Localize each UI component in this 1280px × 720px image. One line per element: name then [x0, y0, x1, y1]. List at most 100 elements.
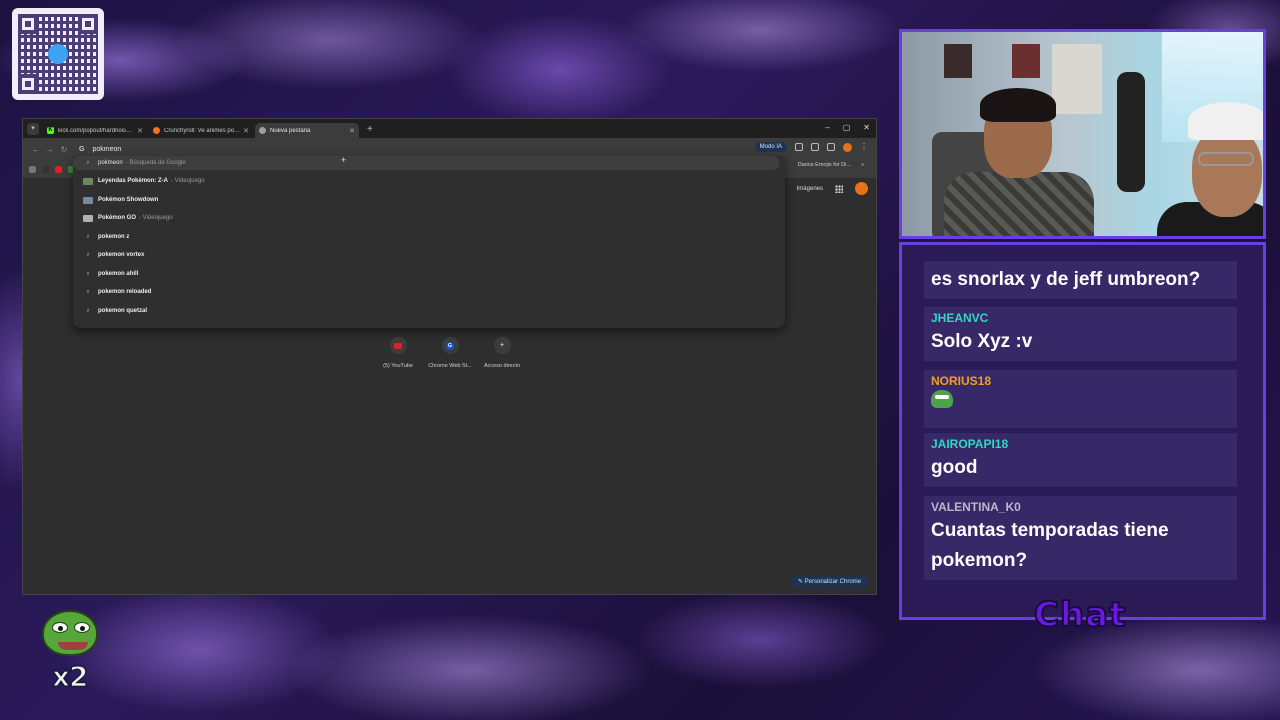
search-icon: ⌕ — [86, 288, 90, 295]
bookmarks-overflow-icon[interactable]: » — [861, 162, 864, 168]
profile-avatar[interactable] — [843, 142, 852, 152]
download-icon[interactable] — [795, 143, 803, 151]
back-icon[interactable]: ← — [29, 145, 43, 154]
suggestion-item[interactable]: Pokémon GO - Videojuego — [83, 212, 173, 224]
suggestion-item[interactable]: ⌕ pokemon z — [83, 231, 129, 243]
suggestion-text: pokmeon — [98, 160, 123, 166]
reload-icon[interactable]: ↻ — [57, 145, 71, 154]
more-menu-icon[interactable]: ⋮ — [860, 143, 868, 151]
suggestion-item[interactable]: ⌕ pokemon vortex — [83, 249, 144, 261]
toolbar-actions: Modo IA ⋮ — [754, 142, 868, 152]
suggestion-item[interactable]: ⌕ pokemon ahill — [83, 268, 138, 280]
shortcut-tile — [389, 337, 407, 354]
pencil-icon: ✎ — [797, 579, 803, 585]
streamer-body — [944, 172, 1094, 236]
guest-cap — [1188, 102, 1263, 140]
chat-message-text: Cuantas temporadas tiene pokemon? — [931, 520, 1169, 571]
ntp-header: Imágenes — [797, 182, 868, 195]
new-tab-button[interactable]: + — [367, 124, 373, 135]
suggestion-item[interactable]: ⌕ pokmeon - Búsqueda de Google — [83, 157, 185, 169]
mouse-cursor-icon: + — [341, 155, 347, 165]
suggestion-item[interactable]: ⌕ pokemon reloaded — [83, 286, 151, 298]
bookmark-apps-icon[interactable] — [29, 165, 36, 173]
maximize-icon[interactable]: ▢ — [843, 123, 851, 132]
suggestion-item[interactable]: ⌕ pokemon quetzal — [83, 305, 147, 317]
close-window-icon[interactable]: ✕ — [863, 123, 870, 132]
kick-favicon-icon: K — [47, 127, 54, 134]
shortcut-label: Chrome Web St... — [428, 363, 472, 369]
tab-new-tab[interactable]: Nueva pestaña ✕ — [255, 123, 359, 138]
ntp-shortcuts: (5) YouTube G Chrome Web St... + Acceso … — [383, 337, 521, 369]
suggestion-subtext: - Videojuego — [139, 215, 173, 221]
tab-title: Crunchyroll: Ve animes popular — [164, 127, 241, 134]
game-thumbnail — [83, 196, 93, 204]
suggestion-item[interactable]: Pokémon Showdown — [83, 194, 158, 206]
suggestion-item[interactable]: Leyendas Pokémon: Z-A - Videojuego — [83, 175, 205, 187]
tab-close-icon[interactable]: ✕ — [349, 127, 355, 135]
chrome-favicon-icon — [259, 127, 266, 134]
pepe-icon — [38, 606, 100, 664]
streamer-hair — [980, 88, 1056, 122]
customize-label: Personalizar Chrome — [804, 579, 861, 585]
omnibox[interactable]: G pokmeon — [79, 141, 779, 157]
pepe-mouth — [58, 642, 88, 650]
guest-head — [1192, 127, 1262, 217]
pepe-eye — [74, 622, 90, 633]
suggestion-text: pokemon ahill — [98, 271, 139, 277]
chat-message: es snorlax y de jeff umbreon? — [924, 261, 1237, 299]
browser-window: ▾ K kick.com/popout/hardnoise/ch ✕ Crunc… — [22, 118, 877, 595]
wall-poster — [1012, 44, 1040, 78]
shortcut-tile: + — [493, 337, 511, 354]
suggestion-text: pokemon vortex — [98, 252, 145, 258]
punching-bag — [1117, 72, 1145, 192]
chat-username: JHEANVC — [931, 311, 989, 325]
shortcut-label: Acceso directo — [483, 363, 521, 369]
chat-message: JAIROPAPI18 good — [924, 433, 1237, 487]
plus-icon: + — [499, 342, 505, 349]
pepe-eye — [52, 622, 68, 633]
tab-kick[interactable]: K kick.com/popout/hardnoise/ch ✕ — [43, 123, 147, 138]
tab-close-icon[interactable]: ✕ — [243, 127, 249, 135]
qr-eye — [18, 74, 38, 94]
tab-crunchyroll[interactable]: Crunchyroll: Ve animes popular ✕ — [149, 123, 253, 138]
ntp-profile-avatar[interactable] — [855, 182, 868, 195]
suggestion-text: Pokémon Showdown — [98, 197, 159, 203]
google-apps-icon[interactable] — [835, 184, 843, 193]
tab-close-icon[interactable]: ✕ — [137, 127, 143, 135]
window-controls: – ▢ ✕ — [825, 123, 870, 132]
chat-message-text: Solo Xyz :v — [931, 331, 1033, 352]
search-icon: ⌕ — [86, 159, 90, 166]
shortcut-youtube[interactable]: (5) YouTube — [383, 337, 413, 369]
modo-ia-button[interactable]: Modo IA — [754, 142, 787, 152]
tab-title: Nueva pestaña — [270, 127, 311, 134]
game-thumbnail — [83, 214, 93, 222]
youtube-icon — [394, 342, 402, 349]
bookmark-icon[interactable] — [55, 165, 62, 173]
sidebar-icon[interactable] — [827, 143, 835, 151]
tab-search-button[interactable]: ▾ — [27, 122, 39, 135]
bookmark-icon[interactable] — [42, 165, 49, 173]
chat-username: VALENTINA_K0 — [931, 500, 1021, 514]
search-icon: ⌕ — [86, 307, 90, 314]
qr-eye — [78, 14, 98, 34]
search-icon: ⌕ — [86, 233, 90, 240]
game-thumbnail — [83, 177, 93, 185]
shortcut-add[interactable]: + Acceso directo — [483, 337, 521, 369]
chat-message: NORIUS18 — [924, 370, 1237, 428]
webcam-feed — [899, 29, 1266, 239]
shortcut-chrome-web-store[interactable]: G Chrome Web St... — [428, 337, 472, 369]
omnibox-input[interactable]: pokmeon — [92, 146, 121, 153]
extensions-icon[interactable] — [811, 143, 819, 151]
customize-chrome-button[interactable]: ✎ Personalizar Chrome — [790, 575, 868, 588]
forward-icon[interactable]: → — [43, 145, 57, 154]
tab-title: kick.com/popout/hardnoise/ch — [58, 127, 135, 134]
images-link[interactable]: Imágenes — [797, 186, 823, 192]
multiplier-label: x2 — [51, 659, 89, 694]
minimize-icon[interactable]: – — [825, 123, 829, 132]
suggestion-text: Leyendas Pokémon: Z-A — [98, 178, 169, 184]
chat-message: JHEANVC Solo Xyz :v — [924, 307, 1237, 361]
search-icon: ⌕ — [86, 251, 90, 258]
qr-eye — [18, 14, 38, 34]
wall-poster — [944, 44, 972, 78]
bookmark-dance-emojis[interactable]: Dance Emojis for Di... — [798, 162, 851, 168]
